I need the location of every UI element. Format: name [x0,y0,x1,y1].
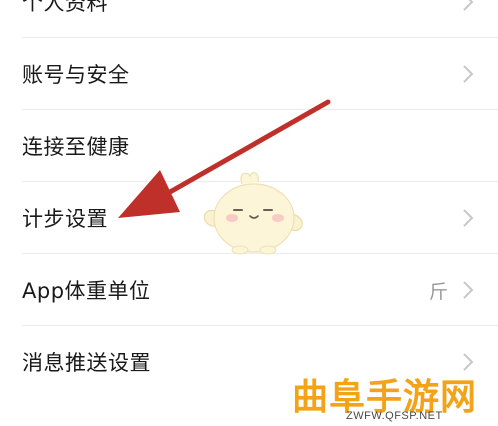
settings-item-label: App体重单位 [22,279,151,303]
settings-item-weight-unit[interactable]: App体重单位 斤 [0,254,498,326]
settings-item-account-security[interactable]: 账号与安全 [0,38,498,110]
mascot-character [198,166,310,258]
settings-item-label: 连接至健康 [22,135,130,159]
weight-unit-value: 斤 [428,280,448,303]
settings-screen: 个人资料 账号与安全 连接至健康 计步设置 App体重单位 斤 消息推送设置 曲… [0,0,498,426]
settings-item-profile[interactable]: 个人资料 [0,0,498,38]
settings-item-label: 个人资料 [22,0,108,15]
watermark-url: ZWFW.QFSP.NET [346,410,443,422]
watermark: 曲阜手游网 ZWFW.QFSP.NET [288,368,498,426]
chevron-right-icon [458,206,478,230]
chevron-right-icon [458,0,478,14]
settings-item-label: 账号与安全 [22,63,130,87]
chevron-right-icon [458,62,478,86]
chevron-right-icon [458,278,478,302]
